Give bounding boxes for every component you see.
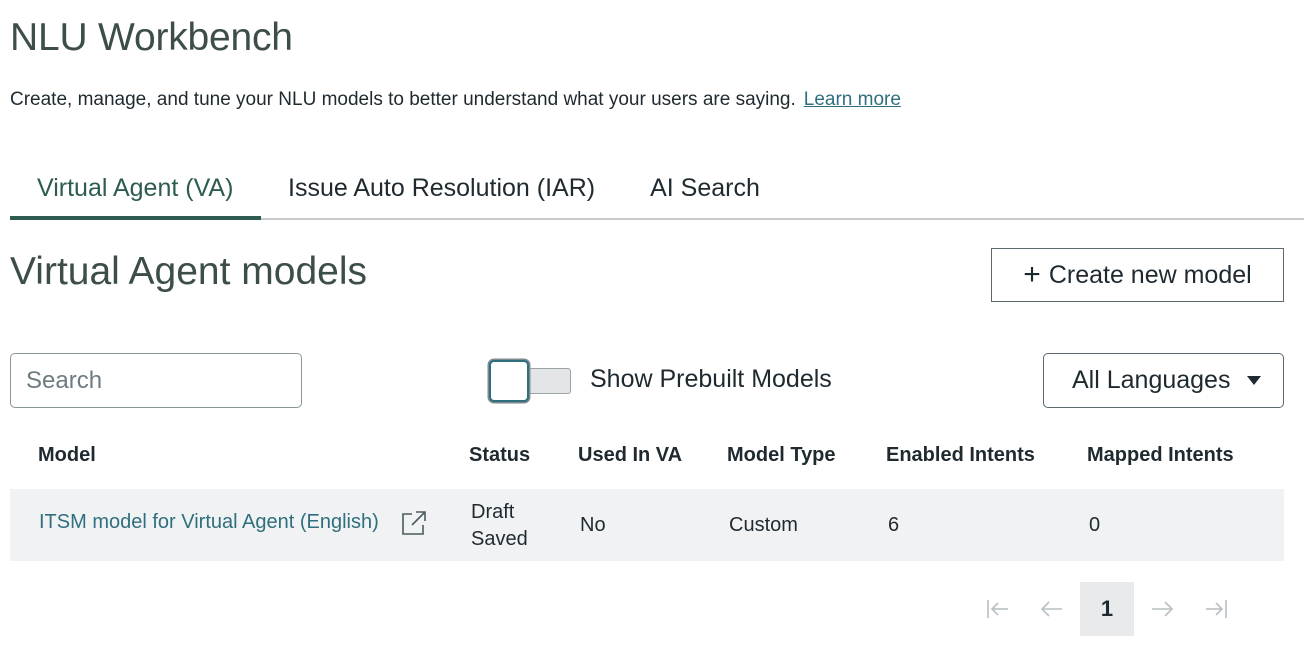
description-text: Create, manage, and tune your NLU models… bbox=[10, 89, 796, 110]
status-cell: Draft Saved bbox=[471, 499, 528, 553]
column-header-enabled-intents[interactable]: Enabled Intents bbox=[886, 444, 1035, 467]
learn-more-link[interactable]: Learn more bbox=[804, 89, 901, 110]
tab-bar: Virtual Agent (VA) Issue Auto Resolution… bbox=[10, 168, 1304, 220]
create-new-model-label: Create new model bbox=[1048, 260, 1252, 289]
model-type-cell: Custom bbox=[729, 514, 798, 536]
current-page-button[interactable]: 1 bbox=[1080, 582, 1134, 636]
column-header-status[interactable]: Status bbox=[469, 444, 530, 467]
tab-virtual-agent[interactable]: Virtual Agent (VA) bbox=[10, 168, 261, 220]
column-header-used-in-va[interactable]: Used In VA bbox=[578, 444, 682, 467]
tab-issue-auto-resolution[interactable]: Issue Auto Resolution (IAR) bbox=[288, 168, 595, 220]
model-name-link[interactable]: ITSM model for Virtual Agent (English) bbox=[39, 511, 379, 534]
mapped-intents-cell: 0 bbox=[1089, 514, 1101, 536]
status-line-2: Saved bbox=[471, 528, 528, 550]
prev-page-icon[interactable] bbox=[1025, 582, 1079, 636]
section-title: Virtual Agent models bbox=[10, 250, 367, 293]
last-page-icon[interactable] bbox=[1189, 582, 1243, 636]
caret-down-icon bbox=[1247, 376, 1261, 385]
show-prebuilt-label: Show Prebuilt Models bbox=[590, 365, 832, 393]
column-header-model[interactable]: Model bbox=[38, 444, 96, 467]
column-header-mapped-intents[interactable]: Mapped Intents bbox=[1087, 444, 1234, 467]
tab-ai-search[interactable]: AI Search bbox=[650, 168, 760, 220]
create-new-model-button[interactable]: + Create new model bbox=[991, 248, 1284, 302]
table-header: Model Status Used In VA Model Type Enabl… bbox=[10, 444, 1284, 474]
language-select-value: All Languages bbox=[1072, 366, 1231, 394]
used-in-va-cell: No bbox=[580, 514, 606, 536]
search-input[interactable] bbox=[10, 353, 302, 408]
status-line-1: Draft bbox=[471, 501, 515, 523]
show-prebuilt-toggle[interactable] bbox=[489, 360, 571, 402]
column-header-model-type[interactable]: Model Type bbox=[727, 444, 836, 467]
next-page-icon[interactable] bbox=[1135, 582, 1189, 636]
page-title: NLU Workbench bbox=[10, 16, 293, 59]
first-page-icon[interactable] bbox=[971, 582, 1025, 636]
page-description: Create, manage, and tune your NLU models… bbox=[10, 89, 901, 111]
enabled-intents-cell: 6 bbox=[888, 514, 900, 536]
language-select[interactable]: All Languages bbox=[1043, 353, 1284, 408]
toggle-knob bbox=[489, 360, 529, 402]
external-link-icon[interactable] bbox=[400, 509, 428, 537]
plus-icon: + bbox=[1023, 258, 1041, 291]
table-row: ITSM model for Virtual Agent (English) D… bbox=[10, 489, 1284, 561]
